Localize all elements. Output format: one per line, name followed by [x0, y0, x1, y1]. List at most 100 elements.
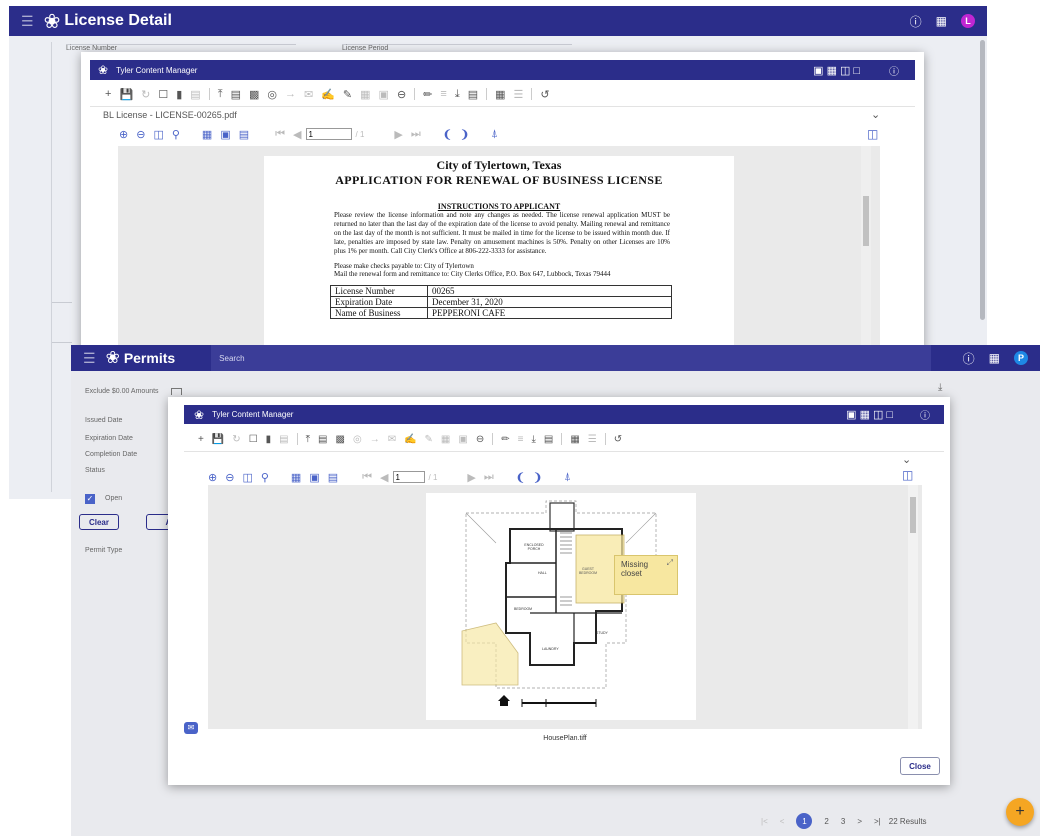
page-button-2[interactable]: 2: [824, 817, 828, 826]
annotate-icon[interactable]: ✍: [321, 88, 335, 101]
help-icon[interactable]: ⓘ: [889, 63, 899, 78]
barcode-icon[interactable]: ☰: [588, 434, 597, 445]
prev-page-button[interactable]: <: [780, 817, 785, 826]
add-fab[interactable]: +: [1006, 798, 1034, 826]
document-scrollbar[interactable]: [908, 485, 918, 729]
delete-icon[interactable]: ▮: [176, 88, 182, 101]
page-button-1[interactable]: 1: [796, 813, 813, 829]
completion-date-label[interactable]: Completion Date: [85, 451, 137, 458]
zoom-out-icon[interactable]: ⊖: [225, 471, 234, 484]
barcode-icon[interactable]: ☰: [514, 88, 524, 101]
search-icon[interactable]: ⚲: [261, 471, 269, 484]
document-icon[interactable]: ▩: [336, 434, 345, 445]
avatar[interactable]: P: [1014, 351, 1028, 365]
next-page-icon[interactable]: ▶: [394, 128, 402, 141]
document-icon[interactable]: ▩: [249, 88, 259, 101]
menu-icon[interactable]: ☰: [21, 13, 34, 30]
copy-icon[interactable]: ▤: [279, 434, 288, 445]
copy-icon[interactable]: ▤: [190, 88, 200, 101]
help-icon[interactable]: ⓘ: [963, 350, 975, 367]
lock-icon[interactable]: ☐: [158, 88, 168, 101]
email-icon[interactable]: ✉: [304, 88, 313, 101]
remove-icon[interactable]: ⊖: [397, 88, 406, 101]
add-icon[interactable]: +: [105, 88, 111, 100]
frame-icon[interactable]: ▣: [379, 88, 389, 101]
next-page-icon[interactable]: ▶: [467, 471, 475, 484]
exclude-zero-toggle[interactable]: [171, 388, 182, 395]
remove-icon[interactable]: ⊖: [476, 434, 484, 445]
export-icon[interactable]: ⍋: [491, 128, 498, 141]
page-number-input[interactable]: [392, 471, 425, 483]
history-icon[interactable]: ↺: [614, 434, 622, 445]
search-input[interactable]: Search: [211, 345, 932, 371]
pen-icon[interactable]: ✎: [343, 88, 352, 101]
frame-icon[interactable]: ▣: [458, 434, 467, 445]
page-icon[interactable]: ▤: [468, 88, 478, 101]
rotate-right-icon[interactable]: ❩: [533, 471, 542, 484]
fit-width-icon[interactable]: ▤: [328, 471, 338, 484]
fit-page-icon[interactable]: ▦: [291, 471, 301, 484]
fit-page-icon[interactable]: ▦: [202, 128, 212, 141]
grid-icon[interactable]: ▦: [570, 434, 579, 445]
help-icon[interactable]: ⓘ: [910, 13, 922, 30]
rotate-left-icon[interactable]: ❨: [443, 128, 452, 141]
expiration-date-label[interactable]: Expiration Date: [85, 435, 133, 442]
avatar[interactable]: L: [961, 14, 975, 28]
license-period-field[interactable]: License Period: [342, 44, 572, 52]
fit-height-icon[interactable]: ▣: [220, 128, 230, 141]
email-icon[interactable]: ✉: [388, 434, 396, 445]
zoom-out-icon[interactable]: ⊖: [136, 128, 145, 141]
delete-icon[interactable]: ▮: [266, 434, 272, 445]
first-page-icon[interactable]: ⏮: [275, 128, 285, 141]
sidebar-toggle-icon[interactable]: ◫: [902, 468, 913, 482]
globe-icon[interactable]: ◎: [353, 434, 362, 445]
chevron-down-icon[interactable]: ⌄: [871, 108, 880, 121]
document-scrollbar[interactable]: [861, 146, 871, 346]
prev-page-icon[interactable]: ◀: [293, 128, 301, 141]
download-icon[interactable]: ⤓: [531, 434, 535, 445]
crop-icon[interactable]: ▦: [441, 434, 450, 445]
annotate-icon[interactable]: ✍: [404, 434, 416, 445]
last-page-icon[interactable]: ⏭: [484, 471, 494, 484]
download-icon[interactable]: ⤓: [938, 382, 942, 393]
zoom-region-icon[interactable]: ◫: [242, 471, 252, 484]
grid-icon[interactable]: ▦: [495, 88, 505, 101]
scan-icon[interactable]: ▤: [318, 434, 327, 445]
rotate-right-icon[interactable]: ❩: [460, 128, 469, 141]
license-number-field[interactable]: License Number: [66, 44, 296, 52]
help-icon[interactable]: ⓘ: [920, 407, 930, 422]
pen-icon[interactable]: ✎: [425, 434, 433, 445]
chevron-down-icon[interactable]: ⌄: [902, 453, 911, 466]
zoom-region-icon[interactable]: ◫: [153, 128, 163, 141]
forward-icon[interactable]: →: [370, 434, 380, 445]
apps-grid-icon[interactable]: ▦: [936, 14, 947, 28]
rotate-icon[interactable]: ↻: [141, 88, 150, 101]
add-icon[interactable]: +: [198, 434, 204, 445]
fit-height-icon[interactable]: ▣: [309, 471, 319, 484]
first-page-icon[interactable]: ⏮: [362, 471, 372, 484]
search-icon[interactable]: ⚲: [172, 128, 180, 141]
page-button-3[interactable]: 3: [841, 817, 845, 826]
zoom-in-icon[interactable]: ⊕: [119, 128, 128, 141]
apps-grid-icon[interactable]: ▦: [989, 351, 1000, 365]
save-icon[interactable]: 💾: [119, 88, 133, 101]
edit-icon[interactable]: ✏: [501, 434, 509, 445]
menu-icon[interactable]: ☰: [83, 350, 96, 367]
fit-width-icon[interactable]: ▤: [239, 128, 249, 141]
page-icon[interactable]: ▤: [544, 434, 553, 445]
rotate-left-icon[interactable]: ❨: [516, 471, 525, 484]
edit-icon[interactable]: ✏: [423, 88, 432, 101]
page-number-input[interactable]: [305, 128, 352, 140]
lock-icon[interactable]: ☐: [249, 434, 258, 445]
clear-button[interactable]: Clear: [79, 514, 119, 530]
crop-icon[interactable]: ▦: [360, 88, 370, 101]
globe-icon[interactable]: ◎: [267, 88, 277, 101]
upload-icon[interactable]: ⤒: [306, 434, 310, 445]
comment-icon[interactable]: ✉: [184, 722, 198, 734]
next-page-button[interactable]: >: [857, 817, 862, 826]
last-page-button[interactable]: >|: [874, 817, 881, 826]
first-page-button[interactable]: |<: [761, 817, 768, 826]
open-checkbox[interactable]: ✓: [85, 494, 95, 504]
list-icon[interactable]: ≡: [440, 88, 446, 100]
annotation-note[interactable]: Missing closet ⤢: [614, 555, 678, 595]
